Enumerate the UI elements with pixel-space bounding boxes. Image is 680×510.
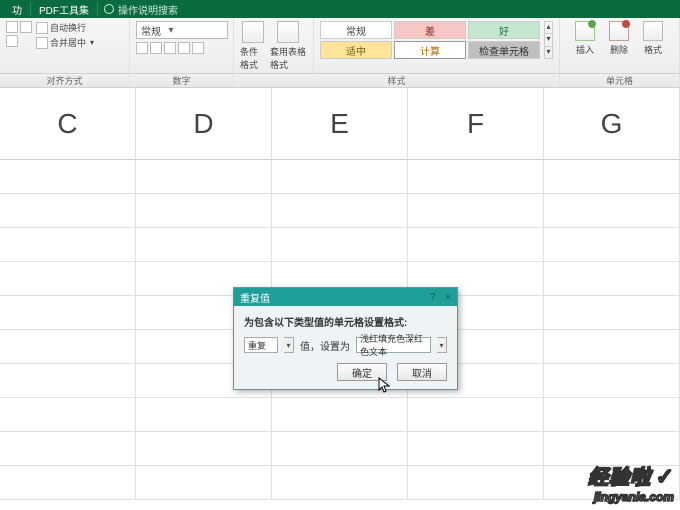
chevron-down-icon: ▾	[165, 25, 177, 36]
increase-decimal-icon[interactable]	[178, 42, 190, 54]
wrap-text-button[interactable]: 自动换行	[36, 21, 94, 34]
tab-features[interactable]: 功	[4, 2, 30, 17]
table-format-button[interactable]: 套用表格格式	[270, 21, 307, 71]
format-style-select[interactable]: 浅红填充色深红色文本	[356, 337, 431, 353]
tell-me-search[interactable]: 操作说明搜索	[104, 2, 178, 17]
scroll-up-icon[interactable]: ▴	[545, 22, 552, 33]
table-format-icon	[277, 21, 299, 43]
merge-icon	[36, 37, 48, 49]
help-icon[interactable]: ?	[430, 292, 436, 303]
ribbon: 自动换行 合并居中 ▾ 常规 ▾	[0, 18, 680, 74]
duplicate-type-select[interactable]: 重复	[244, 337, 278, 353]
bulb-icon	[104, 4, 114, 14]
styles-group-label: 样式	[234, 74, 560, 87]
insert-label: 插入	[576, 43, 594, 56]
delete-button[interactable]: 删除	[606, 21, 632, 56]
column-headers: C D E F G	[0, 88, 680, 160]
scroll-down-icon[interactable]: ▾	[545, 33, 552, 45]
styles-gallery[interactable]: 常规 差 好 适中 计算 检查单元格	[320, 21, 540, 59]
duplicate-values-dialog: 重复值 ? × 为包含以下类型值的单元格设置格式: 重复 ▾ 值，设置为 浅红填…	[233, 287, 458, 390]
chevron-down-icon: ▾	[90, 38, 94, 47]
chevron-down-icon[interactable]: ▾	[284, 337, 294, 353]
conditional-format-button[interactable]: 条件格式	[240, 21, 266, 71]
more-styles-icon[interactable]: ▾	[545, 46, 552, 58]
close-icon[interactable]: ×	[445, 292, 451, 303]
conditional-format-label: 条件格式	[240, 45, 266, 71]
value-prefix-label: 值，设置为	[300, 338, 350, 353]
window-tabs: 功 PDF工具集 操作说明搜索	[0, 0, 680, 18]
merge-label: 合并居中	[50, 36, 86, 49]
watermark: 经验啦 ✓ jingyanla.com	[588, 461, 674, 504]
watermark-url: jingyanla.com	[588, 490, 674, 504]
format-icon	[643, 21, 663, 41]
col-header-g[interactable]: G	[544, 88, 680, 159]
insert-button[interactable]: 插入	[572, 21, 598, 56]
group-alignment: 自动换行 合并居中 ▾	[0, 18, 130, 73]
dialog-titlebar[interactable]: 重复值 ? ×	[234, 288, 457, 306]
number-format-value: 常规	[141, 23, 161, 38]
checkmark-icon: ✓	[656, 464, 674, 489]
dialog-heading: 为包含以下类型值的单元格设置格式:	[244, 314, 447, 329]
chevron-down-icon[interactable]: ▾	[437, 337, 447, 353]
orientation-icon[interactable]	[6, 35, 18, 47]
group-styles: 常规 差 好 适中 计算 检查单元格 ▴ ▾ ▾	[314, 18, 560, 73]
merge-center-button[interactable]: 合并居中 ▾	[36, 36, 94, 49]
col-header-c[interactable]: C	[0, 88, 136, 159]
styles-scroll[interactable]: ▴ ▾ ▾	[544, 21, 553, 59]
style-bad[interactable]: 差	[394, 21, 466, 39]
table-format-label: 套用表格格式	[270, 45, 307, 71]
comma-icon[interactable]	[164, 42, 176, 54]
alignment-group-label: 对齐方式	[0, 74, 130, 87]
tab-separator	[97, 2, 98, 16]
group-format-buttons: 条件格式 套用表格格式	[234, 18, 314, 73]
delete-label: 删除	[610, 43, 628, 56]
dialog-title: 重复值	[240, 290, 270, 305]
group-cells: 插入 删除 格式	[560, 18, 680, 73]
conditional-format-icon	[242, 21, 264, 43]
col-header-d[interactable]: D	[136, 88, 272, 159]
format-style-value: 浅红填充色深红色文本	[360, 332, 427, 358]
format-button[interactable]: 格式	[640, 21, 666, 56]
insert-icon	[575, 21, 595, 41]
search-placeholder: 操作说明搜索	[118, 2, 178, 17]
style-good[interactable]: 好	[468, 21, 540, 39]
style-normal[interactable]: 常规	[320, 21, 392, 39]
col-header-f[interactable]: F	[408, 88, 544, 159]
number-format-combo[interactable]: 常规 ▾	[136, 21, 228, 39]
style-neutral[interactable]: 适中	[320, 41, 392, 59]
wrap-icon	[36, 22, 48, 34]
col-header-e[interactable]: E	[272, 88, 408, 159]
ribbon-group-labels: 对齐方式 数字 样式 单元格	[0, 74, 680, 88]
decrease-indent-icon[interactable]	[6, 21, 18, 33]
cancel-button[interactable]: 取消	[397, 363, 447, 381]
dialog-body: 为包含以下类型值的单元格设置格式: 重复 ▾ 值，设置为 浅红填充色深红色文本 …	[234, 306, 457, 389]
style-calculation[interactable]: 计算	[394, 41, 466, 59]
watermark-text: 经验啦	[588, 467, 651, 489]
increase-indent-icon[interactable]	[20, 21, 32, 33]
style-check-cell[interactable]: 检查单元格	[468, 41, 540, 59]
number-group-label: 数字	[130, 74, 234, 87]
decrease-decimal-icon[interactable]	[192, 42, 204, 54]
delete-icon	[609, 21, 629, 41]
wrap-label: 自动换行	[50, 21, 86, 34]
mouse-cursor-icon	[378, 377, 392, 395]
group-number: 常规 ▾	[130, 18, 234, 73]
tab-pdf-tools[interactable]: PDF工具集	[31, 2, 97, 17]
percent-icon[interactable]	[150, 42, 162, 54]
cells-group-label: 单元格	[560, 74, 680, 87]
indent-buttons	[6, 21, 32, 47]
format-label: 格式	[644, 43, 662, 56]
currency-icon[interactable]	[136, 42, 148, 54]
